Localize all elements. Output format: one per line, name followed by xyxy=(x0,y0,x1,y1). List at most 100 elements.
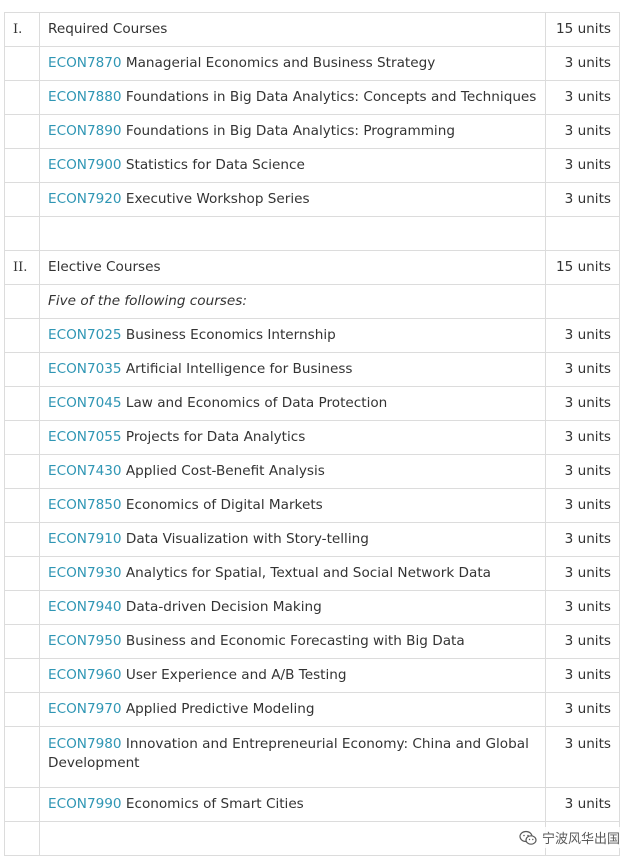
course-name: Executive Workshop Series xyxy=(125,191,310,207)
course-code-link[interactable]: ECON7870 xyxy=(48,55,122,71)
section-title: Elective Courses xyxy=(39,250,546,285)
empty-cell xyxy=(4,352,40,387)
course-cell: ECON7990 Economics of Smart Cities xyxy=(39,787,546,822)
course-table: I. Required Courses 15 units ECON7870 Manag… xyxy=(4,12,620,856)
empty-cell xyxy=(4,114,40,149)
course-row: ECON7055 Projects for Data Analytics 3 un… xyxy=(4,420,620,455)
empty-cell xyxy=(4,318,40,353)
course-code-link[interactable]: ECON7960 xyxy=(48,667,122,683)
course-row: ECON7960 User Experience and A/B Testing… xyxy=(4,658,620,693)
empty-cell xyxy=(39,216,546,251)
empty-cell xyxy=(4,692,40,727)
section-header-row: I. Required Courses 15 units xyxy=(4,12,620,47)
course-name: Economics of Smart Cities xyxy=(125,796,304,812)
course-code-link[interactable]: ECON7025 xyxy=(48,327,122,343)
course-name: Foundations in Big Data Analytics: Progr… xyxy=(125,123,455,139)
course-name: Managerial Economics and Business Strate… xyxy=(125,55,436,71)
course-row: ECON7890 Foundations in Big Data Analyti… xyxy=(4,114,620,149)
course-units: 3 units xyxy=(545,488,620,523)
empty-cell xyxy=(4,420,40,455)
course-units: 3 units xyxy=(545,182,620,217)
course-code-link[interactable]: ECON7990 xyxy=(48,796,122,812)
course-units: 3 units xyxy=(545,148,620,183)
empty-cell xyxy=(4,148,40,183)
course-name: Economics of Digital Markets xyxy=(125,497,323,513)
course-code-link[interactable]: ECON7950 xyxy=(48,633,122,649)
course-name: User Experience and A/B Testing xyxy=(125,667,347,683)
course-row: ECON7980 Innovation and Entrepreneurial … xyxy=(4,726,620,788)
empty-cell xyxy=(4,590,40,625)
course-units: 3 units xyxy=(545,454,620,489)
section-units: 15 units xyxy=(545,12,620,47)
course-code-link[interactable]: ECON7900 xyxy=(48,157,122,173)
empty-cell xyxy=(4,726,40,788)
empty-cell xyxy=(545,216,620,251)
course-cell: ECON7025 Business Economics Internship xyxy=(39,318,546,353)
course-code-link[interactable]: ECON7880 xyxy=(48,89,122,105)
course-code-link[interactable]: ECON7970 xyxy=(48,701,122,717)
course-cell: ECON7870 Managerial Economics and Busine… xyxy=(39,46,546,81)
section-units: 15 units xyxy=(545,250,620,285)
course-name: Business and Economic Forecasting with B… xyxy=(125,633,465,649)
section-title: Required Courses xyxy=(39,12,546,47)
course-cell: ECON7910 Data Visualization with Story-t… xyxy=(39,522,546,557)
course-name: Analytics for Spatial, Textual and Socia… xyxy=(125,565,491,581)
course-row: ECON7940 Data-driven Decision Making 3 un… xyxy=(4,590,620,625)
empty-cell xyxy=(4,488,40,523)
course-cell: ECON7035 Artificial Intelligence for Bus… xyxy=(39,352,546,387)
course-name: Applied Cost-Benefit Analysis xyxy=(125,463,325,479)
empty-cell xyxy=(4,556,40,591)
course-units: 3 units xyxy=(545,726,620,788)
course-row: ECON7880 Foundations in Big Data Analyti… xyxy=(4,80,620,115)
course-cell: ECON7960 User Experience and A/B Testing xyxy=(39,658,546,693)
course-name: Business Economics Internship xyxy=(125,327,336,343)
course-name: Data Visualization with Story-telling xyxy=(125,531,369,547)
course-units: 3 units xyxy=(545,386,620,421)
course-table-body: I. Required Courses 15 units ECON7870 Manag… xyxy=(4,12,620,856)
course-row: ECON7035 Artificial Intelligence for Bus… xyxy=(4,352,620,387)
empty-cell xyxy=(4,454,40,489)
course-units: 3 units xyxy=(545,556,620,591)
course-code-link[interactable]: ECON7890 xyxy=(48,123,122,139)
course-row: ECON7930 Analytics for Spatial, Textual … xyxy=(4,556,620,591)
course-name: Statistics for Data Science xyxy=(125,157,305,173)
course-code-link[interactable]: ECON7920 xyxy=(48,191,122,207)
course-units: 3 units xyxy=(545,522,620,557)
empty-cell xyxy=(4,821,40,856)
course-cell: ECON7970 Applied Predictive Modeling xyxy=(39,692,546,727)
course-name: Projects for Data Analytics xyxy=(125,429,306,445)
section-numeral: II. xyxy=(4,250,40,285)
course-units: 3 units xyxy=(545,80,620,115)
watermark: 宁波风华出国 xyxy=(515,827,623,848)
course-row: ECON7045 Law and Economics of Data Prote… xyxy=(4,386,620,421)
course-code-link[interactable]: ECON7980 xyxy=(48,736,122,752)
course-cell: ECON7980 Innovation and Entrepreneurial … xyxy=(39,726,546,788)
empty-cell xyxy=(4,216,40,251)
empty-cell xyxy=(4,658,40,693)
empty-cell xyxy=(4,182,40,217)
course-code-link[interactable]: ECON7430 xyxy=(48,463,122,479)
spacer-row xyxy=(4,216,620,251)
course-cell: ECON7930 Analytics for Spatial, Textual … xyxy=(39,556,546,591)
course-code-link[interactable]: ECON7930 xyxy=(48,565,122,581)
course-units: 3 units xyxy=(545,318,620,353)
section-header-row: II. Elective Courses 15 units xyxy=(4,250,620,285)
course-code-link[interactable]: ECON7035 xyxy=(48,361,122,377)
empty-cell xyxy=(39,821,546,856)
course-cell: ECON7950 Business and Economic Forecasti… xyxy=(39,624,546,659)
course-row: ECON7870 Managerial Economics and Busine… xyxy=(4,46,620,81)
course-cell: ECON7055 Projects for Data Analytics xyxy=(39,420,546,455)
course-code-link[interactable]: ECON7045 xyxy=(48,395,122,411)
course-cell: ECON7430 Applied Cost-Benefit Analysis xyxy=(39,454,546,489)
empty-cell xyxy=(4,522,40,557)
course-code-link[interactable]: ECON7055 xyxy=(48,429,122,445)
section-numeral: I. xyxy=(4,12,40,47)
course-code-link[interactable]: ECON7910 xyxy=(48,531,122,547)
empty-cell xyxy=(4,46,40,81)
course-units: 3 units xyxy=(545,787,620,822)
empty-cell xyxy=(4,624,40,659)
course-units: 3 units xyxy=(545,624,620,659)
note-row: Five of the following courses: xyxy=(4,284,620,319)
course-code-link[interactable]: ECON7850 xyxy=(48,497,122,513)
course-code-link[interactable]: ECON7940 xyxy=(48,599,122,615)
